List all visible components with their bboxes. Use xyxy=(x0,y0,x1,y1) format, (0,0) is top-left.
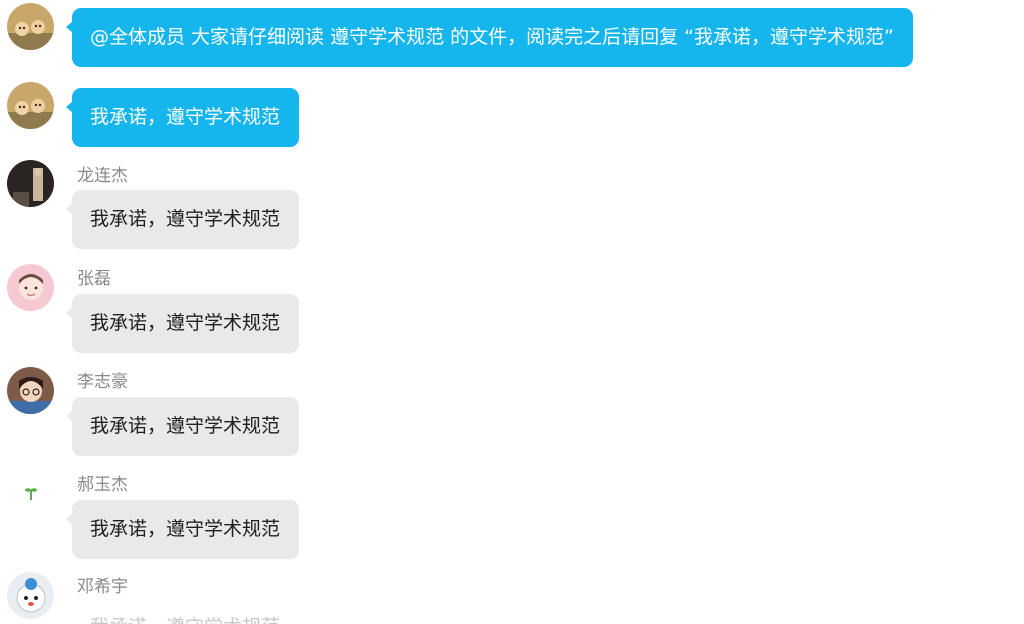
message-text: 我承诺，遵守学术规范 xyxy=(90,312,281,334)
user-avatar-icon[interactable] xyxy=(7,367,54,414)
message-bubble[interactable]: 我承诺，遵守学术规范 xyxy=(66,294,300,353)
message-bubble[interactable]: 我承诺，遵守学术规范 xyxy=(66,88,300,147)
message-text: @全体成员 大家请仔细阅读 遵守学术规范 的文件，阅读完之后请回复 “我承诺，遵… xyxy=(90,26,894,48)
sender-name: 李志豪 xyxy=(77,372,128,392)
user-avatar-icon[interactable] xyxy=(7,264,54,311)
message-bubble[interactable]: @全体成员 大家请仔细阅读 遵守学术规范 的文件，阅读完之后请回复 “我承诺，遵… xyxy=(66,8,913,67)
bubble-tail xyxy=(66,101,73,113)
message-text: 我承诺，遵守学术规范 xyxy=(90,208,281,230)
user-avatar-icon[interactable] xyxy=(7,82,54,129)
bubble-tail xyxy=(66,513,73,525)
message-bubble[interactable]: 我承诺，遵守学术规范 xyxy=(66,397,300,456)
message-text: 我承诺，遵守学术规范 xyxy=(90,518,281,540)
user-avatar-icon[interactable] xyxy=(7,3,54,50)
bubble-tail xyxy=(66,21,73,33)
user-avatar-icon[interactable] xyxy=(7,160,54,207)
bubble-tail xyxy=(66,410,73,422)
message-text: 我承诺，遵守学术规范 xyxy=(90,106,281,128)
sender-name: 张磊 xyxy=(77,269,111,289)
bubble-tail xyxy=(66,307,73,319)
sender-name: 邓希宇 xyxy=(77,577,128,597)
message-bubble[interactable]: 我承诺，遵守学术规范 xyxy=(66,190,300,249)
message-text: 我承诺，遵守学术规范 xyxy=(90,415,281,437)
user-avatar-icon[interactable] xyxy=(7,470,54,517)
user-avatar-icon[interactable] xyxy=(7,572,54,619)
sender-name: 龙连杰 xyxy=(77,166,128,186)
message-text: 我承诺，遵守学术规范 xyxy=(90,612,280,624)
message-bubble[interactable]: 我承诺，遵守学术规范 xyxy=(66,500,300,559)
sender-name: 郝玉杰 xyxy=(77,475,128,495)
chat-message-list[interactable]: @全体成员 大家请仔细阅读 遵守学术规范 的文件，阅读完之后请回复 “我承诺，遵… xyxy=(0,0,1024,624)
bubble-tail xyxy=(66,203,73,215)
